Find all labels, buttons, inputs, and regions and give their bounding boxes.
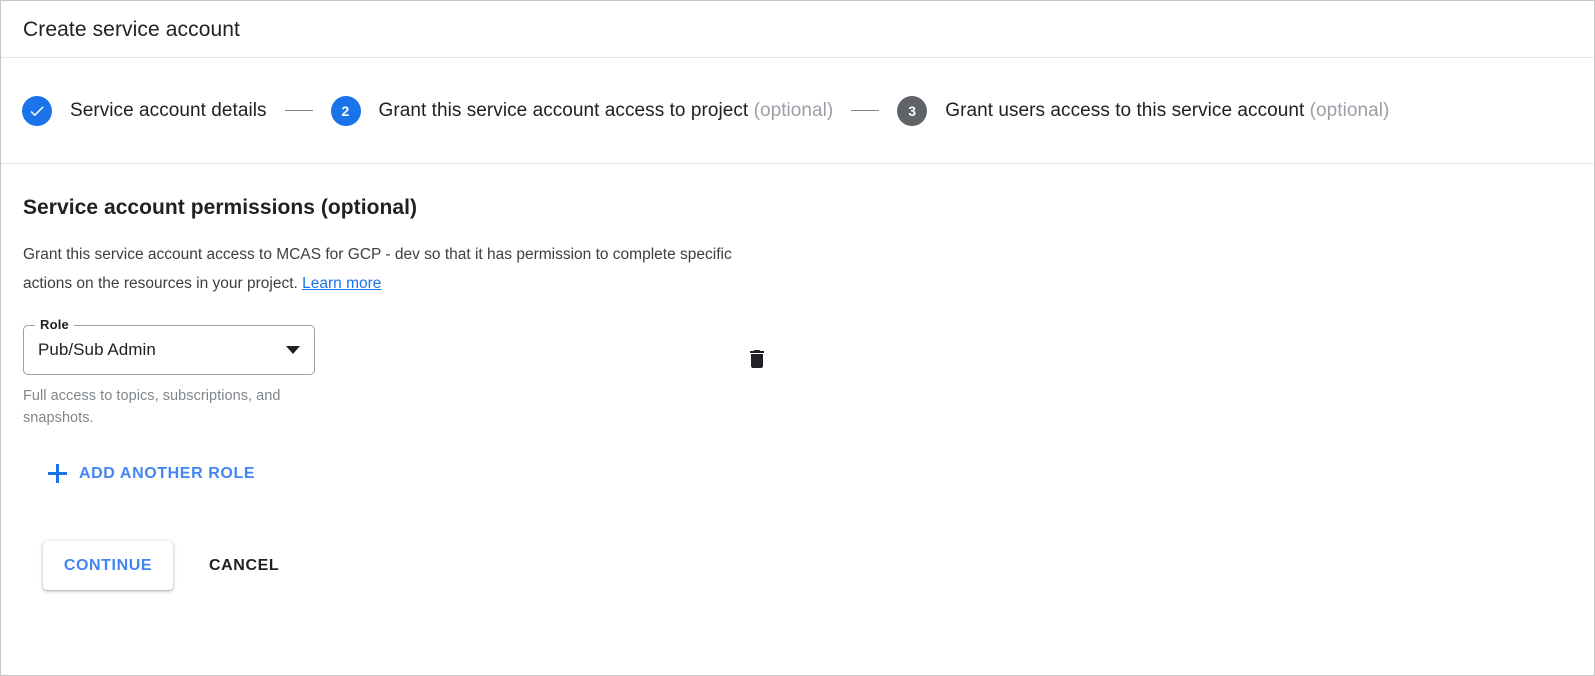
section-heading: Service account permissions (optional) (23, 196, 417, 219)
step-3-text: Grant users access to this service accou… (945, 99, 1305, 121)
dialog-title-bar: Create service account (1, 1, 1594, 58)
step-1-indicator (22, 95, 52, 126)
role-helper-text: Full access to topics, subscriptions, an… (23, 388, 281, 426)
step-2-text: Grant this service account access to pro… (378, 99, 749, 121)
trash-icon (745, 347, 769, 374)
role-selected-value: Pub/Sub Admin (38, 340, 156, 359)
learn-more-link[interactable]: Learn more (302, 275, 381, 292)
stepper-separator-1 (284, 110, 313, 111)
cancel-button[interactable]: CANCEL (193, 541, 295, 590)
create-service-account-dialog: Create service account Service account d… (0, 0, 1595, 676)
step-3-label: Grant users access to this service accou… (945, 100, 1389, 122)
step-2-indicator: 2 (330, 95, 361, 126)
plus-icon (48, 464, 67, 483)
stepper-separator-2 (851, 110, 880, 111)
step-1-label: Service account details (70, 99, 267, 121)
step-2-label: Grant this service account access to pro… (379, 100, 834, 122)
role-field-group: Role Pub/Sub Admin Full access to topics… (23, 317, 315, 429)
add-another-role-label: ADD ANOTHER ROLE (79, 464, 256, 482)
step-3-optional: (optional) (1309, 99, 1390, 121)
role-row: Role Pub/Sub Admin Full access to topics… (23, 317, 1572, 429)
add-another-role-button[interactable]: ADD ANOTHER ROLE (40, 458, 263, 489)
stepper-step-2[interactable]: 2 Grant this service account access to p… (330, 95, 834, 126)
stepper-step-1[interactable]: Service account details (22, 95, 267, 126)
stepper: Service account details 2 Grant this ser… (1, 58, 1594, 164)
role-select[interactable]: Role Pub/Sub Admin (23, 317, 315, 375)
delete-role-button[interactable] (734, 337, 780, 383)
page-title: Create service account (23, 17, 240, 41)
step-3-indicator: 3 (897, 95, 928, 126)
role-select-label: Role (35, 317, 74, 333)
permissions-section: Service account permissions (optional) G… (1, 164, 1594, 590)
stepper-step-3[interactable]: 3 Grant users access to this service acc… (897, 95, 1389, 126)
continue-button[interactable]: CONTINUE (43, 541, 173, 590)
dialog-footer: CONTINUE CANCEL (43, 541, 1572, 590)
chevron-down-icon (286, 346, 300, 354)
step-2-optional: (optional) (753, 99, 834, 121)
section-description: Grant this service account access to MCA… (23, 240, 748, 298)
